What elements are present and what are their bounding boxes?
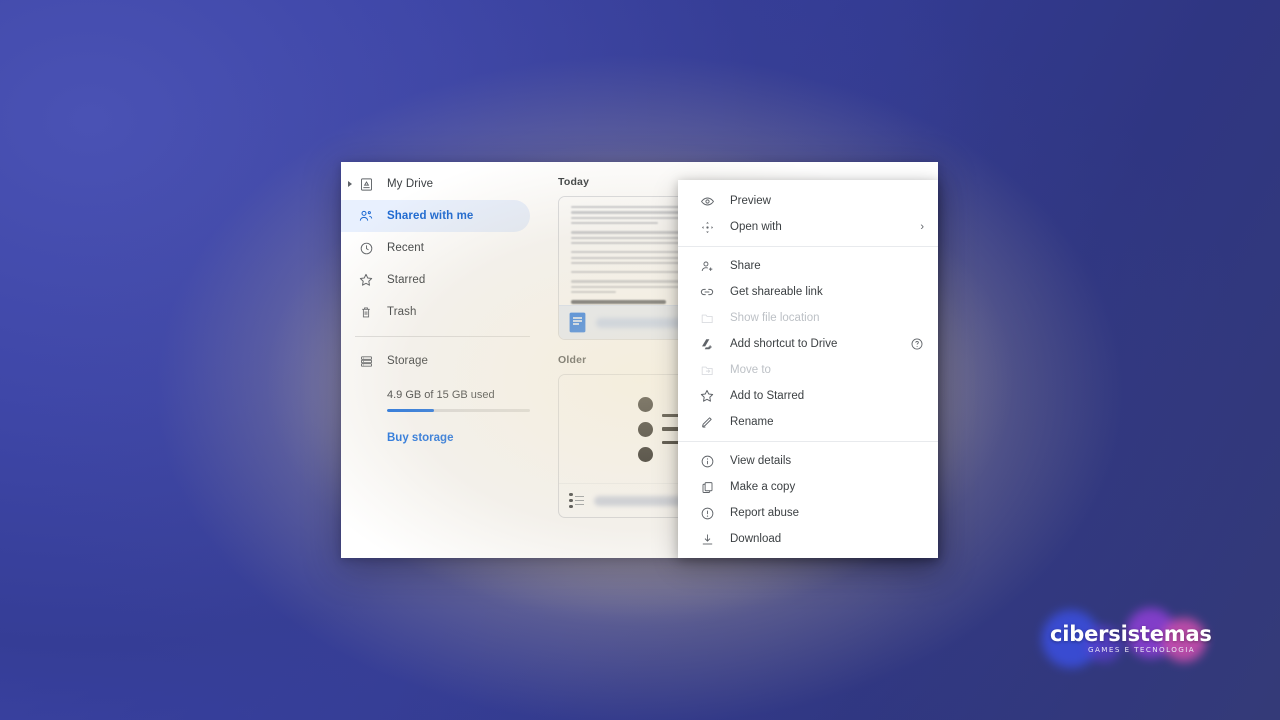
move-to-icon	[696, 363, 718, 378]
help-icon[interactable]	[910, 337, 924, 351]
menu-item-label: Add shortcut to Drive	[730, 338, 838, 350]
storage-icon	[353, 354, 379, 369]
storage-progress-fill	[387, 409, 435, 412]
my-drive-icon	[353, 177, 379, 192]
menu-item-get-shareable-link[interactable]: Get shareable link	[678, 279, 938, 305]
menu-item-label: Show file location	[730, 312, 820, 324]
menu-item-add-shortcut-to-drive[interactable]: Add shortcut to Drive	[678, 331, 938, 357]
menu-item-report-abuse[interactable]: Report abuse	[678, 500, 938, 526]
menu-item-share[interactable]: Share	[678, 253, 938, 279]
menu-item-show-file-location: Show file location	[678, 305, 938, 331]
storage-progress-bar	[387, 409, 530, 412]
chevron-right-icon[interactable]	[344, 178, 356, 190]
sidebar-item-label: Shared with me	[387, 210, 474, 222]
decorative-blob	[1086, 626, 1122, 662]
link-icon	[696, 284, 718, 300]
sidebar-divider	[355, 336, 530, 337]
sidebar-item-trash[interactable]: Trash	[341, 296, 530, 328]
star-icon	[696, 388, 718, 404]
person-add-icon	[696, 259, 718, 274]
storage-usage-text: 4.9 GB of 15 GB used	[387, 389, 495, 401]
watermark-logo: cibersistemas GAMES E TECNOLOGIA	[1042, 608, 1214, 670]
alert-icon	[696, 506, 718, 521]
sidebar-item-shared-with-me[interactable]: Shared with me	[341, 200, 530, 232]
buy-storage-link[interactable]: Buy storage	[341, 432, 544, 444]
menu-item-add-to-starred[interactable]: Add to Starred	[678, 383, 938, 409]
info-icon	[696, 454, 718, 469]
shared-with-me-icon	[353, 208, 379, 224]
submenu-arrow-icon: ›	[920, 220, 924, 233]
sidebar-item-label: My Drive	[387, 178, 434, 190]
menu-item-make-a-copy[interactable]: Make a copy	[678, 474, 938, 500]
menu-item-label: Rename	[730, 416, 774, 428]
context-menu[interactable]: Preview Open with › Share Get shareable …	[678, 180, 938, 558]
sidebar-item-label: Recent	[387, 242, 425, 254]
bulleted-list-icon	[569, 492, 584, 509]
sidebar-item-label: Starred	[387, 274, 426, 286]
menu-divider	[678, 246, 938, 247]
watermark-subtitle: GAMES E TECNOLOGIA	[1088, 645, 1196, 654]
sidebar-item-storage[interactable]: Storage	[341, 345, 530, 377]
menu-item-label: Share	[730, 260, 761, 272]
menu-item-label: Make a copy	[730, 481, 796, 493]
decorative-blob	[1162, 618, 1206, 662]
decorative-blob	[1042, 610, 1100, 668]
drive-add-icon	[696, 337, 718, 352]
menu-item-label: Get shareable link	[730, 286, 823, 298]
sidebar-item-recent[interactable]: Recent	[341, 232, 530, 264]
pencil-icon	[696, 415, 718, 430]
open-with-icon	[696, 220, 718, 235]
menu-item-rename[interactable]: Rename	[678, 409, 938, 435]
menu-item-label: Preview	[730, 195, 771, 207]
sidebar-item-label: Storage	[387, 355, 428, 367]
trash-icon	[353, 305, 379, 320]
eye-icon	[696, 194, 718, 209]
menu-item-label: View details	[730, 455, 792, 467]
folder-icon	[696, 311, 718, 326]
star-icon	[353, 272, 379, 288]
google-docs-icon	[569, 312, 586, 333]
desktop-background: My Drive Shared with me Recent Starred T…	[0, 0, 1280, 720]
download-icon	[696, 532, 718, 547]
menu-item-label: Add to Starred	[730, 390, 805, 402]
menu-divider	[678, 441, 938, 442]
menu-item-move-to: Move to	[678, 357, 938, 383]
sidebar: My Drive Shared with me Recent Starred T…	[341, 162, 544, 558]
menu-item-label: Open with	[730, 221, 782, 233]
menu-item-open-with[interactable]: Open with ›	[678, 214, 938, 240]
menu-item-label: Report abuse	[730, 507, 800, 519]
decorative-blob	[1126, 608, 1176, 658]
menu-item-label: Move to	[730, 364, 771, 376]
menu-item-view-details[interactable]: View details	[678, 448, 938, 474]
sidebar-item-starred[interactable]: Starred	[341, 264, 530, 296]
copy-icon	[696, 480, 718, 495]
sidebar-item-label: Trash	[387, 306, 417, 318]
menu-item-label: Download	[730, 533, 782, 545]
sidebar-item-my-drive[interactable]: My Drive	[341, 168, 530, 200]
menu-item-preview[interactable]: Preview	[678, 188, 938, 214]
watermark-title: cibersistemas	[1050, 622, 1212, 646]
clock-icon	[353, 241, 379, 256]
menu-item-download[interactable]: Download	[678, 526, 938, 552]
